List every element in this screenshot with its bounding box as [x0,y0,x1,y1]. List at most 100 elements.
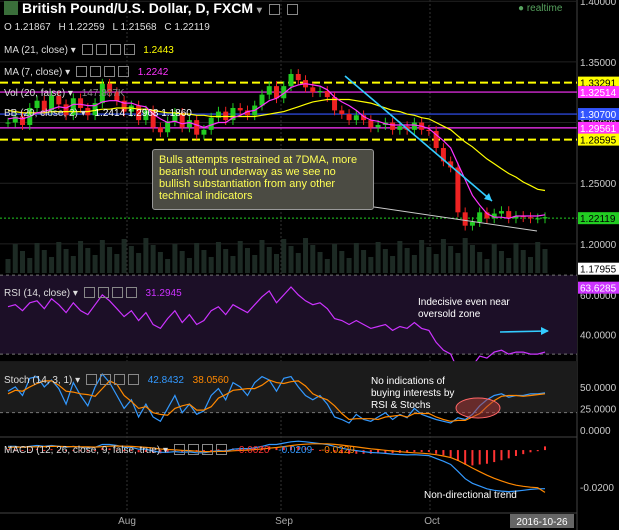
close-icon[interactable] [109,44,121,55]
macd-histogram-bar [514,450,517,456]
settings-icon[interactable] [99,374,111,385]
high-label: H [58,22,66,33]
macd-histogram-bar [507,450,510,459]
close-icon[interactable] [103,66,115,77]
chevron-down-icon[interactable]: ▾ [257,5,262,16]
macd-legend[interactable]: MACD (12, 26, close, 9, false, true) ▾ -… [4,444,355,456]
volume-bar [339,251,345,273]
candle-body [186,120,192,128]
stoch-label: Stoch (14, 3, 1) [4,375,73,386]
macd-line-value: -0.0209 [278,445,313,456]
macd-histogram-bar [500,450,503,461]
candle-body [498,211,504,214]
volume-bar [150,245,156,273]
macd-histogram-bar [478,450,481,465]
volume-bar [5,259,11,273]
ohlc-readout: O 1.21867 H 1.22259 L 1.21568 C 1.22119 [4,22,215,33]
volume-bar [433,254,439,273]
eye-icon[interactable] [75,66,87,77]
candle-body [535,218,541,220]
volume-bar [295,253,301,273]
volume-bar [99,240,105,273]
candle-body [390,122,396,130]
volume-bar [92,255,98,273]
volume-bar [404,248,410,273]
ma21-value: 1.2443 [143,45,174,56]
ma7-legend[interactable]: MA (7, close) ▾ 1.2242 [4,66,168,78]
volume-bar [20,251,26,273]
ma21-label: MA (21, close) [4,45,68,56]
chart-title[interactable]: British Pound/U.S. Dollar, D, FXCM ▾ [4,0,298,16]
volume-bar [208,257,214,273]
volume-bar [346,258,352,273]
settings-icon[interactable] [187,444,199,455]
macd-histogram-bar [536,450,539,452]
rsi-label: RSI (14, close) [4,288,71,299]
volume-bar [520,250,526,273]
volume-bar [317,252,323,273]
volume-bar [143,238,149,273]
eye-icon[interactable] [173,444,185,455]
volume-bar [186,258,192,273]
volume-bar [506,258,512,273]
volume-bar [411,255,417,273]
close-icon[interactable] [113,374,125,385]
more-icon[interactable] [215,444,227,455]
macd-histogram-bar [449,450,452,457]
candle-body [462,212,468,226]
ma21-legend[interactable]: MA (21, close) ▾ 1.2443 [4,44,174,56]
eye-icon[interactable] [81,44,93,55]
candle-body [375,124,381,128]
macd-histogram-bar [413,450,416,452]
volume-bar [448,246,454,273]
candle-body [339,110,345,115]
eye-icon[interactable] [85,374,97,385]
settings-icon[interactable] [268,4,280,15]
chart-title-text: British Pound/U.S. Dollar, D, FXCM [22,0,254,16]
bb-legend[interactable]: BB (20, close, 2) ▾ 1.2414 1.2968 1.1860 [4,108,192,119]
candle-body [223,111,229,121]
close-icon[interactable] [111,287,123,298]
volume-bar [353,243,359,273]
volume-bar [49,257,55,273]
volume-bar [172,244,178,273]
more-icon[interactable] [123,44,135,55]
stoch-panel: 50.0000 25.0000 0.0000 [0,361,617,437]
settings-icon[interactable] [95,44,107,55]
rsi-legend[interactable]: RSI (14, close) ▾ 31.2945 [4,287,182,299]
close-value: 1.22119 [174,22,210,33]
more-icon[interactable] [117,66,129,77]
x-tick-aug: Aug [118,516,136,527]
volume-bar [324,259,330,273]
price-tick-label: 1.25000 [580,179,617,190]
volume-bar [165,259,171,273]
eye-icon[interactable] [83,287,95,298]
candle-body [78,98,84,108]
price-level-label: 1.30700 [580,110,617,121]
settings-icon[interactable] [89,66,101,77]
rsi-tick-label: 40.0000 [580,330,617,341]
candle-body [527,217,533,219]
settings-icon[interactable] [97,287,109,298]
more-icon[interactable] [125,287,137,298]
price-level-label: 1.22119 [580,214,616,225]
stoch-tick-label: 0.0000 [580,426,611,437]
candle-body [34,100,40,108]
volume-bar [462,238,468,273]
stoch-legend[interactable]: Stoch (14, 3, 1) ▾ 42.8432 38.0560 [4,374,229,386]
volume-bar [303,238,309,273]
close-icon[interactable] [286,4,298,15]
macd-histogram-bar [529,450,532,453]
more-icon[interactable] [127,374,139,385]
candle-body [317,91,323,93]
volume-bar [498,251,504,273]
volume-bar [513,243,519,273]
current-date-label: 2016-10-26 [516,517,568,528]
volume-bar [397,241,403,273]
volume-legend[interactable]: Vol (20, false) ▾ 147.887K [4,88,125,99]
close-icon[interactable] [201,444,213,455]
volume-bar [201,250,207,273]
volume-bar [252,255,258,273]
ma7-value: 1.2242 [137,67,169,78]
volume-label: Vol (20, false) [4,88,66,99]
